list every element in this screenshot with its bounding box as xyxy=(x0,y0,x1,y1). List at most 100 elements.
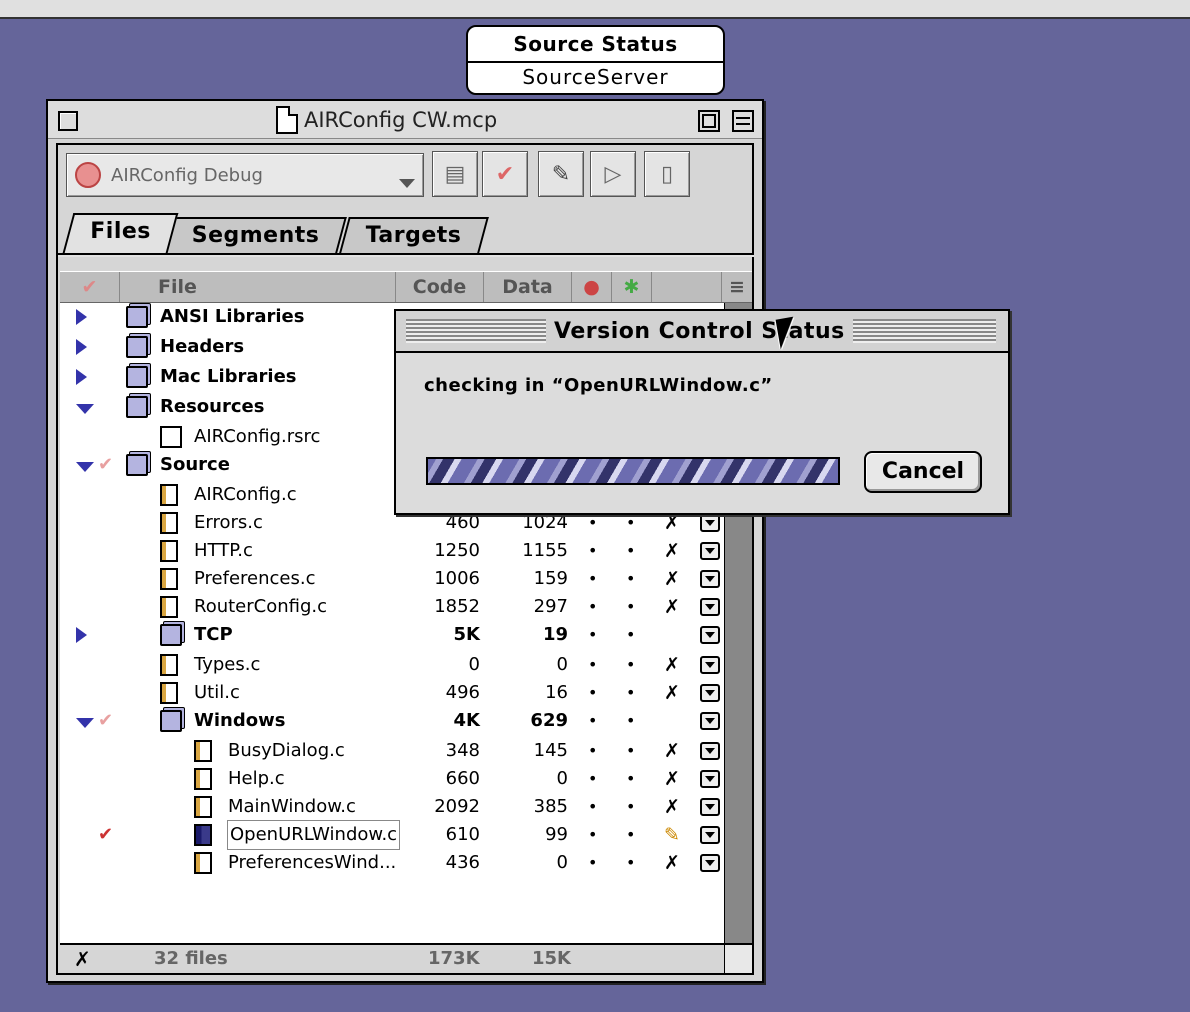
debug-dot-icon[interactable]: • xyxy=(626,651,635,679)
debug-dot-icon[interactable]: • xyxy=(626,821,635,849)
disclosure-closed-icon[interactable] xyxy=(76,339,87,355)
tab-targets[interactable]: Targets xyxy=(339,217,489,253)
row-popup-menu-icon[interactable] xyxy=(700,598,720,616)
row-popup-menu-icon[interactable] xyxy=(700,626,720,644)
row-popup-menu-icon[interactable] xyxy=(700,826,720,844)
cancel-button[interactable]: Cancel xyxy=(864,451,982,493)
file-row[interactable]: Util.c 496 16 • • ✗ xyxy=(60,679,724,707)
debug-dot-icon[interactable]: • xyxy=(626,849,635,877)
target-popup-menu[interactable]: AIRConfig Debug xyxy=(66,153,424,197)
column-debug-icon[interactable]: ✱ xyxy=(612,272,652,302)
target-dot-icon[interactable]: • xyxy=(588,565,597,593)
synchronize-button[interactable]: ✔ xyxy=(482,151,528,197)
target-dot-icon[interactable]: • xyxy=(588,849,597,877)
dialog-title: Version Control Status xyxy=(546,315,853,349)
collapse-box[interactable] xyxy=(732,110,754,132)
read-only-pencil-icon[interactable]: ✗ xyxy=(664,765,680,793)
file-row[interactable]: Help.c 660 0 • • ✗ xyxy=(60,765,724,793)
folder-row[interactable]: TCP 5K 19 • • xyxy=(60,621,724,649)
window-titlebar[interactable]: AIRConfig CW.mcp xyxy=(48,101,762,139)
target-dot-icon[interactable]: • xyxy=(588,737,597,765)
debug-dot-icon[interactable]: • xyxy=(626,707,635,735)
touched-checkmark-icon[interactable]: ✔ xyxy=(98,451,113,479)
run-button[interactable]: ▷ xyxy=(590,151,636,197)
project-file-icon xyxy=(276,106,298,134)
disclosure-closed-icon[interactable] xyxy=(76,309,87,325)
target-dot-icon[interactable]: • xyxy=(588,651,597,679)
read-only-pencil-icon[interactable]: ✗ xyxy=(664,537,680,565)
touched-checkmark-icon[interactable]: ✔ xyxy=(98,707,113,735)
read-only-pencil-icon[interactable]: ✗ xyxy=(664,849,680,877)
debug-dot-icon[interactable]: • xyxy=(626,737,635,765)
read-only-pencil-icon[interactable]: ✗ xyxy=(664,737,680,765)
debug-dot-icon[interactable]: • xyxy=(626,621,635,649)
file-name: Errors.c xyxy=(194,512,263,533)
c-source-file-icon xyxy=(160,682,178,704)
folder-row[interactable]: ✔ Windows 4K 629 • • xyxy=(60,707,724,735)
read-only-pencil-icon[interactable]: ✗ xyxy=(664,565,680,593)
disclosure-closed-icon[interactable] xyxy=(76,627,87,643)
row-popup-menu-icon[interactable] xyxy=(700,742,720,760)
debug-dot-icon[interactable]: • xyxy=(626,765,635,793)
checked-out-pencil-icon[interactable]: ✎ xyxy=(664,821,680,849)
size-box[interactable] xyxy=(724,945,752,973)
file-row[interactable]: RouterConfig.c 1852 297 • • ✗ xyxy=(60,593,724,621)
disclosure-open-icon[interactable] xyxy=(76,462,94,472)
row-popup-menu-icon[interactable] xyxy=(700,542,720,560)
row-popup-menu-icon[interactable] xyxy=(700,770,720,788)
debug-dot-icon[interactable]: • xyxy=(626,537,635,565)
column-code[interactable]: Code xyxy=(396,272,484,302)
row-popup-menu-icon[interactable] xyxy=(700,570,720,588)
target-dot-icon[interactable]: • xyxy=(588,821,597,849)
file-name: PreferencesWind... xyxy=(228,852,397,873)
file-row[interactable]: HTTP.c 1250 1155 • • ✗ xyxy=(60,537,724,565)
column-check-icon[interactable]: ✔ xyxy=(60,272,120,302)
tab-files[interactable]: Files xyxy=(62,213,178,253)
read-only-pencil-icon[interactable]: ✗ xyxy=(664,679,680,707)
source-status-palette[interactable]: Source Status SourceServer xyxy=(466,25,725,95)
column-sort-icon[interactable]: ≡ xyxy=(722,272,752,302)
zoom-box[interactable] xyxy=(698,110,720,132)
debug-dot-icon[interactable]: • xyxy=(626,565,635,593)
close-box[interactable] xyxy=(58,111,78,131)
row-popup-menu-icon[interactable] xyxy=(700,514,720,532)
disclosure-open-icon[interactable] xyxy=(76,718,94,728)
target-dot-icon[interactable]: • xyxy=(588,679,597,707)
file-row[interactable]: MainWindow.c 2092 385 • • ✗ xyxy=(60,793,724,821)
target-dot-icon[interactable]: • xyxy=(588,593,597,621)
row-popup-menu-icon[interactable] xyxy=(700,798,720,816)
file-row[interactable]: Types.c 0 0 • • ✗ xyxy=(60,651,724,679)
file-row[interactable]: ✔ OpenURLWindow.c 610 99 • • ✎ xyxy=(60,820,724,850)
row-popup-menu-icon[interactable] xyxy=(700,854,720,872)
disclosure-closed-icon[interactable] xyxy=(76,369,87,385)
debug-dot-icon[interactable]: • xyxy=(626,679,635,707)
target-settings-button[interactable]: ▤ xyxy=(432,151,478,197)
read-only-pencil-icon[interactable]: ✗ xyxy=(664,593,680,621)
file-row[interactable]: Preferences.c 1006 159 • • ✗ xyxy=(60,565,724,593)
read-only-pencil-icon[interactable]: ✗ xyxy=(664,793,680,821)
column-target-icon[interactable]: ● xyxy=(572,272,612,302)
touched-checkmark-icon[interactable]: ✔ xyxy=(98,821,113,849)
read-only-pencil-icon[interactable]: ✗ xyxy=(664,651,680,679)
column-file[interactable]: File xyxy=(120,272,396,302)
debug-dot-icon[interactable]: • xyxy=(626,793,635,821)
target-dot-icon[interactable]: • xyxy=(588,537,597,565)
source-status-title: Source Status xyxy=(468,27,723,63)
row-popup-menu-icon[interactable] xyxy=(700,656,720,674)
dialog-titlebar[interactable]: Version Control Status xyxy=(396,311,1008,353)
target-dot-icon[interactable]: • xyxy=(588,707,597,735)
row-popup-menu-icon[interactable] xyxy=(700,684,720,702)
column-data[interactable]: Data xyxy=(484,272,572,302)
row-popup-menu-icon[interactable] xyxy=(700,712,720,730)
target-dot-icon[interactable]: • xyxy=(588,793,597,821)
file-row[interactable]: BusyDialog.c 348 145 • • ✗ xyxy=(60,737,724,765)
target-dot-icon[interactable]: • xyxy=(588,765,597,793)
target-dot-icon[interactable]: • xyxy=(588,621,597,649)
project-inspector-button[interactable]: ▯ xyxy=(644,151,690,197)
tab-segments[interactable]: Segments xyxy=(165,217,347,253)
column-vc[interactable] xyxy=(652,272,722,302)
disclosure-open-icon[interactable] xyxy=(76,404,94,414)
file-row[interactable]: PreferencesWind... 436 0 • • ✗ xyxy=(60,849,724,877)
debug-dot-icon[interactable]: • xyxy=(626,593,635,621)
make-button[interactable]: ✎ xyxy=(538,151,584,197)
